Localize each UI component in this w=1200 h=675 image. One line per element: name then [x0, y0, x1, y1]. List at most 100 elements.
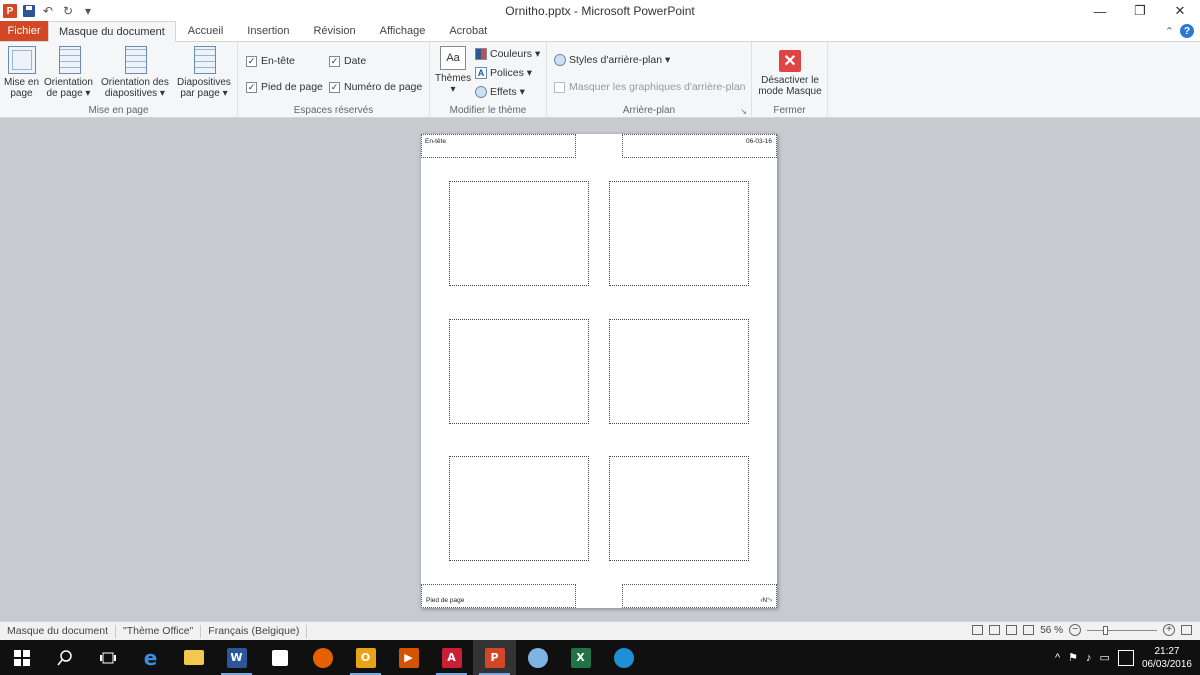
themes-label: Thèmes [435, 73, 472, 84]
reading-view-icon[interactable] [1006, 625, 1018, 635]
word-taskbar-button[interactable]: W [215, 640, 258, 675]
numero-de-page-checkbox[interactable]: ✓ Numéro de page [329, 81, 422, 93]
slide-placeholder[interactable] [449, 319, 589, 424]
battery-icon[interactable]: ▭ [1100, 651, 1110, 664]
paint-icon [527, 647, 548, 668]
powerpoint-taskbar-button[interactable]: P [473, 640, 516, 675]
tab-accueil[interactable]: Accueil [176, 21, 235, 41]
slide-placeholder[interactable] [609, 456, 749, 561]
themes-button[interactable]: Aa Thèmes ▾ [435, 46, 471, 95]
ribbon: Mise en page Orientation de page ▾ Orien… [0, 42, 1200, 118]
zoom-out-button[interactable]: − [1069, 624, 1081, 636]
slide-sorter-icon[interactable] [989, 625, 1001, 635]
date-placeholder[interactable]: 06-03-16 [622, 134, 777, 158]
handout-master-page[interactable]: En-tête 06-03-16 Pied de page ‹N°› [421, 134, 777, 608]
redo-icon[interactable]: ↻ [61, 4, 75, 18]
outlook-taskbar-button[interactable]: O [344, 640, 387, 675]
numero-de-page-check-icon: ✓ [329, 81, 340, 93]
tab-file[interactable]: Fichier [0, 21, 48, 41]
media-taskbar-button[interactable]: ▶ [387, 640, 430, 675]
mise-en-page-button[interactable]: Mise en page [4, 46, 39, 99]
tab-insertion[interactable]: Insertion [235, 21, 301, 41]
header-placeholder[interactable]: En-tête [421, 134, 576, 158]
group-modifier-le-theme: Aa Thèmes ▾ Couleurs ▾ A Polices ▾ Effet… [430, 42, 547, 118]
masquer-graphiques-check-icon [554, 81, 565, 93]
couleurs-button[interactable]: Couleurs ▾ [475, 48, 540, 60]
excel-taskbar-button[interactable]: X [559, 640, 602, 675]
zoom-in-button[interactable]: + [1163, 624, 1175, 636]
themes-icon: Aa [440, 46, 467, 70]
effects-icon [475, 86, 487, 98]
group-label-modifier-le-theme: Modifier le thème [449, 105, 527, 116]
show-hidden-icons[interactable]: ^ [1055, 652, 1060, 664]
page-number-placeholder[interactable]: ‹N°› [622, 584, 777, 608]
entete-label: En-tête [261, 55, 295, 67]
restore-button[interactable]: ❐ [1120, 0, 1160, 22]
explorer-taskbar-button[interactable] [172, 640, 215, 675]
start-button[interactable] [0, 640, 43, 675]
windows-taskbar: e W O ▶ A P X ^ ⚑ ♪ ▭ 21:27 06/03/2016 [0, 640, 1200, 675]
slideshow-icon[interactable] [1023, 625, 1035, 635]
footer-placeholder[interactable]: Pied de page [421, 584, 576, 608]
edge-taskbar-button[interactable]: e [129, 640, 172, 675]
tab-affichage[interactable]: Affichage [368, 21, 438, 41]
collapse-ribbon-icon[interactable]: ⌃ [1165, 25, 1174, 38]
notification-icon[interactable] [1117, 649, 1134, 666]
store-taskbar-button[interactable] [258, 640, 301, 675]
powerpoint-logo-icon[interactable]: P [3, 4, 17, 18]
tab-acrobat[interactable]: Acrobat [437, 21, 499, 41]
task-view-button[interactable] [86, 640, 129, 675]
slide-placeholder[interactable] [449, 456, 589, 561]
group-mise-en-page: Mise en page Orientation de page ▾ Orien… [0, 42, 238, 118]
tab-revision[interactable]: Révision [301, 21, 367, 41]
desactiver-label-1: Désactiver le [761, 75, 819, 86]
polices-button[interactable]: A Polices ▾ [475, 67, 532, 79]
windows-logo-icon [13, 649, 30, 666]
search-button[interactable] [43, 640, 86, 675]
page-number-text: ‹N°› [760, 597, 772, 604]
editing-canvas[interactable]: En-tête 06-03-16 Pied de page ‹N°› [0, 118, 1200, 621]
orientation-page-button[interactable]: Orientation de page ▾ [44, 46, 93, 99]
pied-de-page-checkbox[interactable]: ✓ Pied de page [246, 81, 323, 93]
customize-qat-icon[interactable]: ▾ [81, 4, 95, 18]
zoom-slider-thumb[interactable] [1102, 625, 1108, 635]
group-fermer: ✕ Désactiver le mode Masque Fermer [752, 42, 828, 118]
diapositives-par-page-button[interactable]: Diapositives par page ▾ [177, 46, 231, 99]
styles-arriere-plan-button[interactable]: Styles d'arrière-plan ▾ [554, 54, 670, 66]
zoom-slider[interactable] [1087, 625, 1157, 635]
slide-placeholder[interactable] [609, 319, 749, 424]
date-checkbox[interactable]: ✓ Date [329, 55, 366, 67]
undo-icon[interactable]: ↶ [41, 4, 55, 18]
acrobat-taskbar-button[interactable]: A [430, 640, 473, 675]
network-icon[interactable]: ⚑ [1068, 651, 1078, 664]
close-button[interactable]: ✕ [1160, 0, 1200, 22]
dialog-launcher-icon[interactable]: ↘ [740, 107, 747, 116]
mise-en-page-label-1: Mise en [4, 77, 40, 88]
slide-placeholder[interactable] [449, 181, 589, 286]
fonts-icon: A [475, 67, 487, 79]
fit-to-window-icon[interactable] [1181, 625, 1192, 635]
clock[interactable]: 21:27 06/03/2016 [1142, 645, 1192, 671]
slides-per-page-icon [194, 46, 217, 74]
normal-view-icon[interactable] [972, 625, 984, 635]
tab-masque-du-document[interactable]: Masque du document [48, 21, 176, 42]
orientation-diapositives-button[interactable]: Orientation des diapositives ▾ [101, 46, 169, 99]
help-icon[interactable]: ? [1180, 24, 1194, 38]
zoom-level[interactable]: 56 % [1040, 625, 1063, 636]
status-language[interactable]: Français (Belgique) [201, 624, 308, 638]
save-icon[interactable] [23, 5, 35, 17]
slide-placeholder[interactable] [609, 181, 749, 286]
paint-taskbar-button[interactable] [516, 640, 559, 675]
orientation-diapositives-label-2: diapositives ▾ [104, 88, 165, 99]
entete-checkbox[interactable]: ✓ En-tête [246, 55, 295, 67]
app-taskbar-button[interactable] [602, 640, 645, 675]
group-label-arriere-plan: Arrière-plan [622, 105, 676, 116]
firefox-taskbar-button[interactable] [301, 640, 344, 675]
group-arriere-plan: Styles d'arrière-plan ▾ Masquer les grap… [547, 42, 752, 118]
effets-button[interactable]: Effets ▾ [475, 86, 525, 98]
desactiver-mode-masque-button[interactable]: ✕ Désactiver le mode Masque [757, 46, 823, 97]
masquer-graphiques-checkbox[interactable]: Masquer les graphiques d'arrière-plan [554, 81, 746, 93]
minimize-button[interactable]: — [1080, 0, 1120, 22]
mise-en-page-label-2: page [10, 88, 33, 99]
volume-icon[interactable]: ♪ [1086, 652, 1092, 664]
